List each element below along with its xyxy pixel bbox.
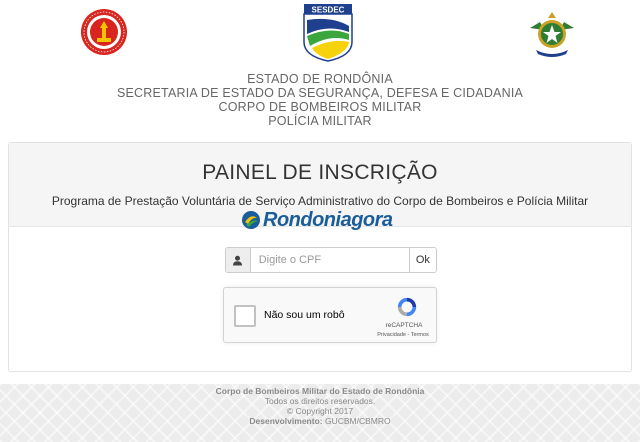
- panel-subtitle: Programa de Prestação Voluntária de Serv…: [51, 194, 589, 208]
- org-fire-department: CORPO DE BOMBEIROS MILITAR: [218, 100, 422, 114]
- recaptcha-label: Não sou um robô: [264, 309, 345, 321]
- footer-copyright: © Copyright 2017: [286, 406, 354, 416]
- rondoniagora-logo-icon: [242, 211, 260, 229]
- recaptcha-links[interactable]: Privacidade - Termos: [370, 332, 436, 338]
- organization-header: ESTADO DE RONDÔNIA SECRETARIA DE ESTADO …: [0, 72, 640, 128]
- registration-panel: PAINEL DE INSCRIÇÃO Programa de Prestaçã…: [8, 142, 632, 372]
- cpf-input-group: Ok: [225, 247, 437, 273]
- footer-dev-value: GUCBM/CBMRO: [324, 416, 391, 426]
- recaptcha-widget: Não sou um robô reCAPTCHA Privacidade - …: [223, 287, 437, 343]
- footer-rights: Todos os direitos reservados.: [264, 396, 376, 406]
- ok-button[interactable]: Ok: [408, 248, 436, 272]
- org-military-police: POLÍCIA MILITAR: [268, 114, 372, 128]
- military-police-crest-icon: [530, 12, 574, 57]
- recaptcha-logo-icon: [397, 297, 417, 317]
- page-footer: Corpo de Bombeiros Militar do Estado de …: [0, 384, 640, 442]
- sesdec-label: SESDEC: [312, 5, 345, 14]
- recaptcha-checkbox[interactable]: [234, 305, 256, 327]
- org-state: ESTADO DE RONDÔNIA: [247, 72, 393, 86]
- recaptcha-brand: reCAPTCHA: [385, 322, 423, 329]
- fire-department-badge-icon: [81, 9, 127, 55]
- user-icon: [226, 248, 251, 272]
- header-logos: SESDEC: [0, 0, 640, 70]
- panel-title: PAINEL DE INSCRIÇÃO: [202, 161, 438, 184]
- footer-dev-label: Desenvolvimento:: [249, 416, 323, 426]
- sesdec-shield-icon: SESDEC: [303, 4, 353, 62]
- rondoniagora-watermark: Rondoniagora: [241, 207, 393, 233]
- footer-organization: Corpo de Bombeiros Militar do Estado de …: [215, 386, 425, 396]
- org-secretariat: SECRETARIA DE ESTADO DA SEGURANÇA, DEFES…: [116, 86, 524, 100]
- cpf-input[interactable]: [250, 248, 409, 272]
- watermark-text: Rondoniagora: [263, 208, 393, 231]
- footer-text: Corpo de Bombeiros Militar do Estado de …: [0, 386, 640, 426]
